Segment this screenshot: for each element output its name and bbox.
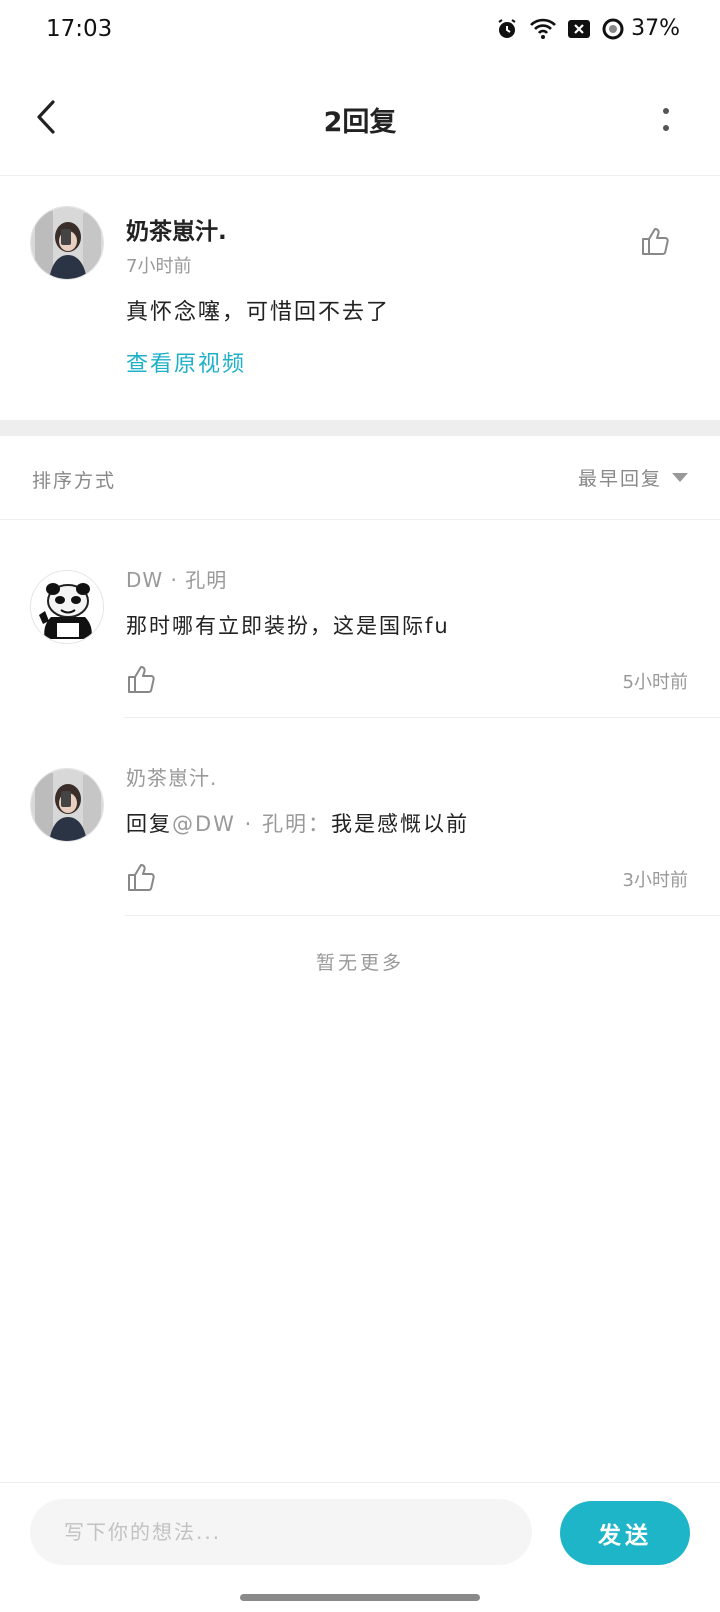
sort-label: 排序方式 bbox=[32, 470, 117, 492]
reply-body: 我是感慨以前 bbox=[330, 812, 469, 836]
avatar[interactable] bbox=[30, 768, 104, 842]
more-vertical-icon bbox=[662, 107, 670, 137]
view-original-video-link[interactable]: 查看原视频 bbox=[126, 346, 246, 378]
reply-timestamp: 5小时前 bbox=[622, 672, 688, 693]
reply-author-name[interactable]: DW · 孔明 bbox=[126, 564, 227, 593]
reply-item: DW · 孔明 那时哪有立即装扮，这是国际fu 5小时前 bbox=[0, 520, 720, 718]
status-time: 17:03 bbox=[46, 16, 113, 42]
battery-saver-icon bbox=[601, 17, 625, 41]
home-indicator[interactable] bbox=[240, 1594, 480, 1601]
comment-text: 真怀念噻，可惜回不去了 bbox=[126, 300, 391, 325]
mention-separator: ： bbox=[307, 812, 331, 836]
alarm-icon bbox=[495, 17, 519, 41]
like-button[interactable] bbox=[126, 664, 156, 698]
reply-prefix: 回复 bbox=[126, 812, 172, 836]
avatar[interactable] bbox=[30, 570, 104, 644]
send-button[interactable]: 发送 bbox=[560, 1501, 690, 1565]
wifi-icon bbox=[529, 17, 557, 41]
thumbs-up-icon bbox=[126, 864, 156, 896]
comment-author-name[interactable]: 奶茶崽汁. bbox=[126, 212, 227, 246]
reply-text: 回复@DW · 孔明：我是感慨以前 bbox=[126, 808, 469, 838]
reply-timestamp: 3小时前 bbox=[622, 870, 688, 891]
sort-bar: 排序方式 最早回复 bbox=[0, 436, 720, 520]
header: 2回复 bbox=[0, 64, 720, 176]
reply-author-name[interactable]: 奶茶崽汁. bbox=[126, 762, 217, 791]
comment-input[interactable] bbox=[30, 1499, 532, 1565]
reply-text: 那时哪有立即装扮，这是国际fu bbox=[126, 614, 450, 638]
reply-item: 奶茶崽汁. 回复@DW · 孔明：我是感慨以前 3小时前 bbox=[0, 718, 720, 916]
mention-link[interactable]: @DW · 孔明 bbox=[172, 812, 308, 836]
page-title: 2回复 bbox=[323, 107, 397, 138]
caret-down-icon bbox=[672, 473, 688, 482]
no-more-text: 暂无更多 bbox=[315, 952, 404, 974]
comment-composer: 发送 bbox=[0, 1482, 720, 1584]
like-button[interactable] bbox=[126, 862, 156, 896]
section-divider bbox=[0, 420, 720, 436]
main-comment: 奶茶崽汁. 7小时前 真怀念噻，可惜回不去了 查看原视频 bbox=[0, 176, 720, 420]
more-button[interactable] bbox=[656, 102, 676, 142]
thumbs-up-icon bbox=[640, 228, 670, 260]
sim-off-icon bbox=[567, 18, 591, 40]
like-button[interactable] bbox=[640, 226, 670, 260]
thumbs-up-icon bbox=[126, 666, 156, 698]
divider bbox=[124, 915, 720, 916]
sort-dropdown[interactable]: 最早回复 bbox=[578, 464, 688, 491]
avatar[interactable] bbox=[30, 206, 104, 280]
status-icons: 37% bbox=[495, 16, 680, 41]
battery-percentage: 37% bbox=[631, 16, 680, 41]
sort-selected-value: 最早回复 bbox=[577, 468, 662, 490]
comment-timestamp: 7小时前 bbox=[126, 256, 192, 277]
status-bar: 17:03 37% bbox=[0, 0, 720, 64]
